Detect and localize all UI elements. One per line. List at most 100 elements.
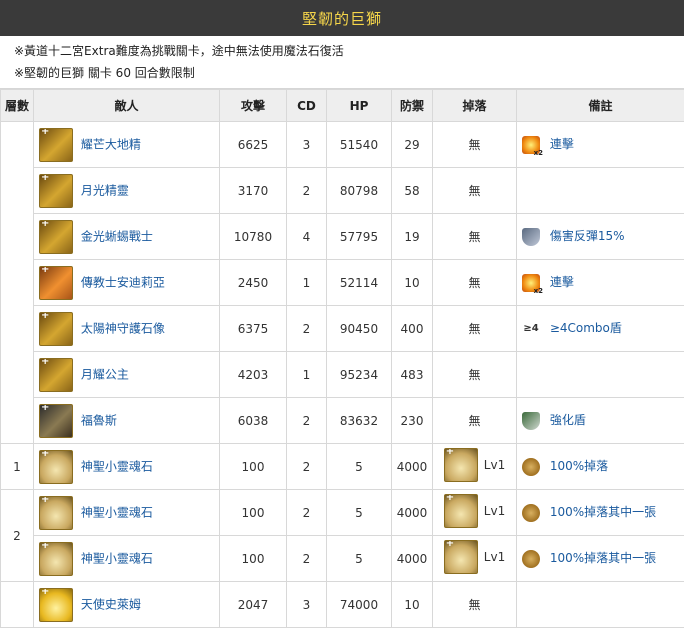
- enemy-link[interactable]: 太陽神守護石像: [81, 321, 165, 335]
- enemy-link[interactable]: 神聖小靈魂石: [81, 551, 153, 565]
- note-cell: ≥4 ≥4Combo盾: [517, 306, 684, 352]
- note-link[interactable]: 傷害反彈15%: [550, 229, 625, 243]
- note-link[interactable]: 連擊: [550, 137, 574, 151]
- page-title: 堅韌的巨獅: [0, 0, 684, 36]
- enemy-link[interactable]: 金光蜥蜴戰士: [81, 229, 153, 243]
- enemy-avatar-icon[interactable]: [39, 312, 73, 346]
- table-row: 1 神聖小靈魂石 100 2 5 4000 Lv1 100%掉落: [1, 444, 684, 490]
- damage-reflect-icon: [522, 228, 540, 246]
- attack-cell: 2450: [220, 260, 287, 306]
- note-link[interactable]: 連擊: [550, 275, 574, 289]
- enemy-cell: 神聖小靈魂石: [34, 536, 220, 582]
- enemy-cell: 月光精靈: [34, 168, 220, 214]
- cd-cell: 3: [287, 582, 327, 628]
- enemy-avatar-icon[interactable]: [39, 542, 73, 576]
- hp-cell: 5: [327, 444, 392, 490]
- enemy-avatar-icon[interactable]: [39, 450, 73, 484]
- enemy-link[interactable]: 神聖小靈魂石: [81, 505, 153, 519]
- floor-cell: [1, 122, 34, 444]
- hp-cell: 95234: [327, 352, 392, 398]
- attack-cell: 3170: [220, 168, 287, 214]
- hp-cell: 80798: [327, 168, 392, 214]
- enemy-link[interactable]: 福魯斯: [81, 413, 117, 427]
- note-link[interactable]: ≥4Combo盾: [550, 321, 622, 335]
- enemy-avatar-icon[interactable]: [39, 220, 73, 254]
- combo-x2-icon: [522, 274, 540, 292]
- drop-cell: Lv1: [433, 490, 517, 536]
- note-link[interactable]: 100%掉落其中一張: [550, 505, 656, 519]
- cd-cell: 3: [287, 122, 327, 168]
- table-header-row: 層數 敵人 攻擊 CD HP 防禦 掉落 備註: [1, 90, 684, 122]
- cd-cell: 2: [287, 444, 327, 490]
- enemy-avatar-icon[interactable]: [39, 358, 73, 392]
- combo-shield-4-icon: ≥4: [522, 320, 540, 338]
- enemy-cell: 福魯斯: [34, 398, 220, 444]
- col-header-drop: 掉落: [433, 90, 517, 122]
- defense-cell: 10: [392, 582, 433, 628]
- hp-cell: 5: [327, 536, 392, 582]
- drop-card-icon[interactable]: [444, 540, 478, 574]
- drop-card-icon[interactable]: [444, 448, 478, 482]
- note-cell: 100%掉落其中一張: [517, 536, 684, 582]
- enemy-link[interactable]: 傳教士安迪莉亞: [81, 275, 165, 289]
- col-header-cd: CD: [287, 90, 327, 122]
- cd-cell: 4: [287, 214, 327, 260]
- enemy-link[interactable]: 月耀公主: [81, 367, 129, 381]
- hp-cell: 74000: [327, 582, 392, 628]
- hp-cell: 83632: [327, 398, 392, 444]
- drop-card-icon[interactable]: [444, 494, 478, 528]
- drop-icon: [522, 458, 540, 476]
- attack-cell: 6375: [220, 306, 287, 352]
- enemy-avatar-icon[interactable]: [39, 588, 73, 622]
- hp-cell: 5: [327, 490, 392, 536]
- col-header-enemy: 敵人: [34, 90, 220, 122]
- enemy-avatar-icon[interactable]: [39, 266, 73, 300]
- table-row: 月耀公主 4203 1 95234 483 無: [1, 352, 684, 398]
- note-link[interactable]: 100%掉落: [550, 459, 608, 473]
- attack-cell: 100: [220, 490, 287, 536]
- defense-cell: 4000: [392, 444, 433, 490]
- floor-cell: [1, 582, 34, 628]
- drop-cell: 無: [433, 352, 517, 398]
- note-cell: [517, 582, 684, 628]
- note-link[interactable]: 強化盾: [550, 413, 586, 427]
- note-cell: 連擊: [517, 122, 684, 168]
- attack-cell: 6038: [220, 398, 287, 444]
- hp-cell: 52114: [327, 260, 392, 306]
- table-row: 月光精靈 3170 2 80798 58 無: [1, 168, 684, 214]
- drop-level: Lv1: [484, 504, 505, 518]
- enemy-avatar-icon[interactable]: [39, 128, 73, 162]
- enemy-avatar-icon[interactable]: [39, 404, 73, 438]
- enemy-link[interactable]: 月光精靈: [81, 183, 129, 197]
- enemy-link[interactable]: 耀芒大地精: [81, 137, 141, 151]
- note-link[interactable]: 100%掉落其中一張: [550, 551, 656, 565]
- cd-cell: 2: [287, 398, 327, 444]
- drop-cell: 無: [433, 582, 517, 628]
- note-line: ※堅韌的巨獅 關卡 60 回合數限制: [14, 62, 684, 84]
- note-cell: 100%掉落其中一張: [517, 490, 684, 536]
- attack-cell: 100: [220, 536, 287, 582]
- enemy-cell: 耀芒大地精: [34, 122, 220, 168]
- drop-level: Lv1: [484, 550, 505, 564]
- enemy-table: 層數 敵人 攻擊 CD HP 防禦 掉落 備註 耀芒大地精 6625 3 515…: [0, 89, 684, 628]
- cd-cell: 1: [287, 352, 327, 398]
- defense-cell: 483: [392, 352, 433, 398]
- enhanced-shield-icon: [522, 412, 540, 430]
- enemy-link[interactable]: 神聖小靈魂石: [81, 459, 153, 473]
- attack-cell: 2047: [220, 582, 287, 628]
- enemy-cell: 神聖小靈魂石: [34, 444, 220, 490]
- enemy-avatar-icon[interactable]: [39, 496, 73, 530]
- enemy-cell: 神聖小靈魂石: [34, 490, 220, 536]
- attack-cell: 100: [220, 444, 287, 490]
- drop-cell: 無: [433, 168, 517, 214]
- cd-cell: 2: [287, 168, 327, 214]
- drop-cell: Lv1: [433, 444, 517, 490]
- defense-cell: 58: [392, 168, 433, 214]
- enemy-cell: 傳教士安迪莉亞: [34, 260, 220, 306]
- cd-cell: 2: [287, 306, 327, 352]
- attack-cell: 10780: [220, 214, 287, 260]
- drop-cell: 無: [433, 398, 517, 444]
- drop-icon: [522, 550, 540, 568]
- enemy-avatar-icon[interactable]: [39, 174, 73, 208]
- drop-cell: 無: [433, 306, 517, 352]
